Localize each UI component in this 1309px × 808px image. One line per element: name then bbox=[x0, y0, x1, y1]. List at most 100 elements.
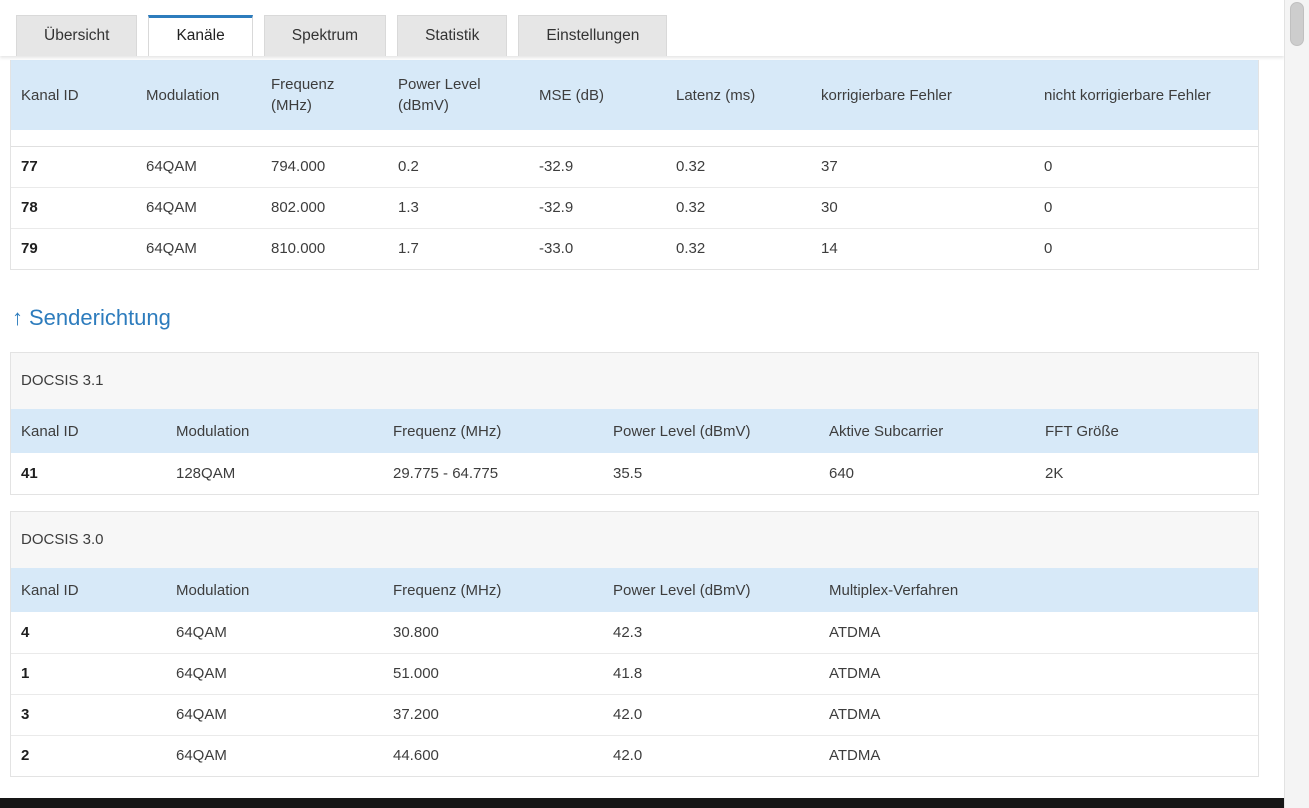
table-cell: 1.3 bbox=[388, 187, 529, 229]
table-row: 1 64QAM 51.000 41.8 ATDMA bbox=[11, 653, 1258, 695]
downstream-header-row: Kanal ID Modulation Frequenz (MHz) Power… bbox=[11, 60, 1258, 130]
docsis31-header-row: Kanal ID Modulation Frequenz (MHz) Power… bbox=[11, 409, 1258, 453]
column-header: Kanal ID bbox=[21, 581, 79, 599]
table-cell: 64QAM bbox=[146, 240, 197, 258]
table-cell: 0.2 bbox=[388, 146, 529, 188]
docsis31-card: DOCSIS 3.1 Kanal ID Modulation Frequenz … bbox=[10, 352, 1259, 495]
table-cell: 640 bbox=[829, 465, 855, 482]
column-header: Power Level (dBmV) bbox=[398, 76, 481, 114]
column-header: Frequenz (MHz) bbox=[393, 581, 502, 599]
docsis30-title: DOCSIS 3.0 bbox=[11, 512, 1258, 568]
tab-statistik[interactable]: Statistik bbox=[397, 15, 508, 56]
table-cell: -33.0 bbox=[539, 240, 574, 258]
docsis30-card: DOCSIS 3.0 Kanal ID Modulation Frequenz … bbox=[10, 511, 1259, 777]
table-cell: 2K bbox=[1045, 465, 1064, 482]
tab-kanaele[interactable]: Kanäle bbox=[148, 15, 253, 56]
table-cell: 794.000 bbox=[261, 146, 388, 188]
table-cell: 77 bbox=[11, 146, 136, 188]
table-cell: 64QAM bbox=[176, 747, 227, 765]
table-row: 4 64QAM 30.800 42.3 ATDMA bbox=[11, 612, 1258, 654]
table-cell: 78 bbox=[11, 187, 136, 229]
table-cell: 41.8 bbox=[603, 653, 819, 695]
table-row: 41 128QAM 29.775 - 64.775 35.5 640 2K bbox=[11, 453, 1258, 494]
docsis31-title: DOCSIS 3.1 bbox=[11, 353, 1258, 409]
table-cell: 810.000 bbox=[271, 240, 326, 258]
table-cell: 4 bbox=[11, 612, 166, 654]
table-row: 3 64QAM 37.200 42.0 ATDMA bbox=[11, 694, 1258, 736]
column-header: Aktive Subcarrier bbox=[829, 422, 944, 440]
table-cell: 0 bbox=[1034, 146, 1258, 188]
table-cell: ATDMA bbox=[819, 612, 1258, 654]
column-header: Power Level (dBmV) bbox=[613, 422, 751, 440]
table-cell: 64QAM bbox=[136, 187, 261, 229]
table-cell: 64QAM bbox=[166, 694, 383, 736]
tab-bar: Übersicht Kanäle Spektrum Statistik Eins… bbox=[16, 15, 1284, 56]
table-cell: 42.0 bbox=[613, 747, 643, 765]
tab-einstellungen[interactable]: Einstellungen bbox=[518, 15, 668, 56]
table-cell: 0.32 bbox=[666, 187, 811, 229]
scrollbar-thumb[interactable] bbox=[1290, 2, 1304, 46]
table-cell: 30.800 bbox=[383, 612, 603, 654]
table-cell: 64QAM bbox=[136, 146, 261, 188]
downstream-table: Kanal ID Modulation Frequenz (MHz) Power… bbox=[11, 60, 1258, 269]
content-area: Kanal ID Modulation Frequenz (MHz) Power… bbox=[10, 56, 1259, 777]
table-row: 78 64QAM 802.000 1.3 -32.9 0.32 30 0 bbox=[11, 187, 1258, 229]
column-header: korrigierbare Fehler bbox=[821, 86, 952, 104]
table-cell: 44.600 bbox=[393, 747, 439, 765]
table-row: 77 64QAM 794.000 0.2 -32.9 0.32 37 0 bbox=[11, 146, 1258, 188]
table-cell: 0 bbox=[1034, 187, 1258, 229]
column-header: Power Level (dBmV) bbox=[613, 581, 751, 599]
table-cell: 128QAM bbox=[176, 465, 236, 482]
table-cell: ATDMA bbox=[819, 694, 1258, 736]
column-header: Multiplex-Verfahren bbox=[829, 581, 959, 599]
table-cell: -32.9 bbox=[529, 187, 666, 229]
table-cell: 0.32 bbox=[666, 146, 811, 188]
clipped-row bbox=[11, 130, 1258, 147]
downstream-table-card: Kanal ID Modulation Frequenz (MHz) Power… bbox=[10, 60, 1259, 270]
table-cell: 3 bbox=[11, 694, 166, 736]
table-cell: 1.7 bbox=[398, 240, 419, 258]
card-gap bbox=[10, 495, 1259, 511]
table-row: 79 64QAM 810.000 1.7 -33.0 0.32 14 0 bbox=[11, 228, 1258, 269]
table-cell: 29.775 - 64.775 bbox=[393, 465, 499, 482]
tab-spektrum[interactable]: Spektrum bbox=[263, 15, 387, 56]
column-header: Latenz (ms) bbox=[676, 86, 756, 104]
column-header: FFT Größe bbox=[1045, 422, 1119, 440]
table-cell: 79 bbox=[21, 240, 38, 258]
upstream-section-heading: ↑ Senderichtung bbox=[12, 304, 1259, 332]
table-cell: 35.5 bbox=[613, 465, 643, 482]
footer-bar bbox=[0, 798, 1284, 808]
column-header: nicht korrigierbare Fehler bbox=[1044, 86, 1211, 104]
scrollbar[interactable] bbox=[1284, 0, 1309, 808]
column-header: Modulation bbox=[176, 422, 250, 440]
column-header: Kanal ID bbox=[21, 86, 79, 104]
table-row: 2 64QAM 44.600 42.0 ATDMA bbox=[11, 735, 1258, 776]
table-cell: 0 bbox=[1044, 240, 1053, 258]
table-cell: 41 bbox=[21, 465, 38, 482]
table-cell: 0.32 bbox=[676, 240, 706, 258]
table-cell: 64QAM bbox=[166, 653, 383, 695]
table-cell: ATDMA bbox=[819, 653, 1258, 695]
table-cell: 1 bbox=[11, 653, 166, 695]
column-header: MSE (dB) bbox=[539, 86, 605, 104]
table-cell: 14 bbox=[821, 240, 838, 258]
column-header: Frequenz (MHz) bbox=[393, 422, 502, 440]
table-cell: 51.000 bbox=[383, 653, 603, 695]
table-cell: ATDMA bbox=[829, 747, 881, 765]
tab-uebersicht[interactable]: Übersicht bbox=[16, 15, 138, 56]
column-header: Frequenz (MHz) bbox=[271, 76, 335, 114]
docsis30-header-row: Kanal ID Modulation Frequenz (MHz) Power… bbox=[11, 568, 1258, 612]
table-cell: 37.200 bbox=[383, 694, 603, 736]
upstream-heading-label: Senderichtung bbox=[29, 305, 171, 330]
table-cell: 2 bbox=[21, 747, 30, 765]
column-header: Modulation bbox=[176, 581, 250, 599]
column-header: Modulation bbox=[146, 86, 220, 104]
table-cell: -32.9 bbox=[529, 146, 666, 188]
table-cell: 42.3 bbox=[603, 612, 819, 654]
docsis31-table: Kanal ID Modulation Frequenz (MHz) Power… bbox=[11, 409, 1258, 494]
docsis30-table: Kanal ID Modulation Frequenz (MHz) Power… bbox=[11, 568, 1258, 776]
up-arrow-icon: ↑ bbox=[12, 305, 23, 330]
table-cell: 30 bbox=[811, 187, 1034, 229]
table-cell: 64QAM bbox=[166, 612, 383, 654]
table-cell: 802.000 bbox=[261, 187, 388, 229]
